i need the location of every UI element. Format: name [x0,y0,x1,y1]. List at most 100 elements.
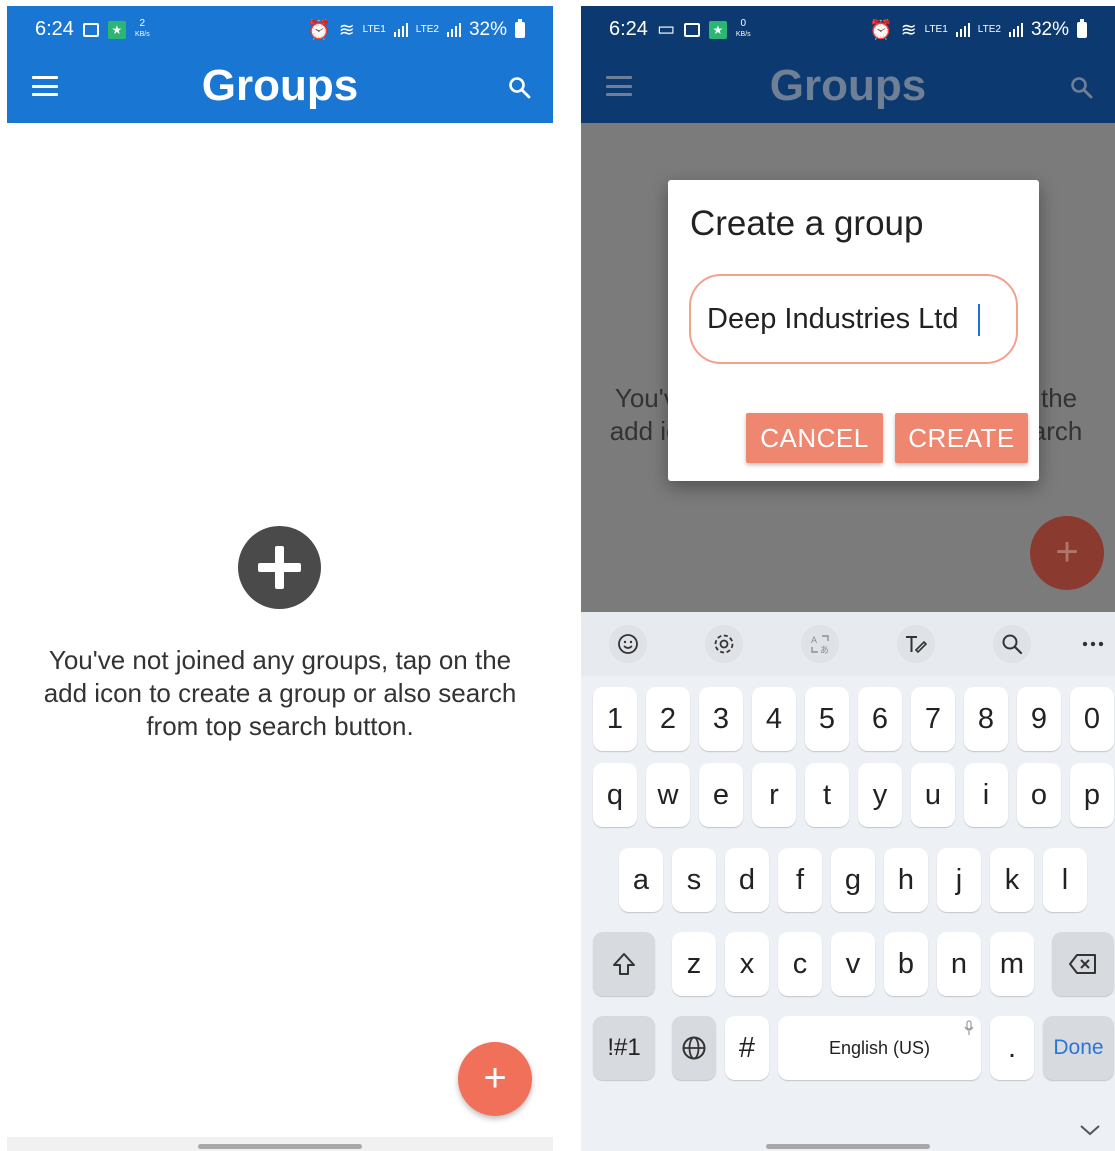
emoji-icon[interactable] [609,625,647,663]
key-d[interactable]: d [725,848,769,912]
alarm-icon: ⏰ [307,20,331,41]
key-1[interactable]: 1 [593,687,637,751]
key-w[interactable]: w [646,763,690,827]
signal-icon [955,23,970,37]
key-0[interactable]: 0 [1070,687,1114,751]
key-x[interactable]: x [725,932,769,996]
key-8[interactable]: 8 [964,687,1008,751]
key-a[interactable]: a [619,848,663,912]
page-title: Groups [769,61,927,110]
key-2[interactable]: 2 [646,687,690,751]
dialog-title: Create a group [690,204,924,243]
shift-key[interactable] [593,932,655,996]
chevron-down-icon[interactable] [1079,1123,1101,1137]
key-h[interactable]: h [884,848,928,912]
home-indicator[interactable] [581,1137,1115,1151]
signal-icon [446,23,461,37]
empty-state-message: You've not joined any groups, tap on the… [43,645,517,741]
done-key[interactable]: Done [1043,1016,1114,1080]
key-f[interactable]: f [778,848,822,912]
network-speed: 2 KB/s [134,18,150,39]
svg-text:A: A [811,635,817,645]
battery-icon [515,19,525,38]
battery-level: 32% [468,19,507,40]
handwriting-icon[interactable] [897,625,935,663]
key-z[interactable]: z [672,932,716,996]
key-c[interactable]: c [778,932,822,996]
create-button[interactable]: CREATE [895,413,1028,463]
space-key[interactable]: English (US) [778,1016,981,1080]
key-n[interactable]: n [937,932,981,996]
svg-text:あ: あ [820,645,829,655]
settings-icon[interactable] [705,625,743,663]
create-group-screen: 6:24 ▭ ★ 0 KB/s ⏰ ≋ LTE1 LTE2 32% Groups [581,6,1115,1151]
page-title: Groups [201,61,359,110]
microphone-icon [964,1020,974,1035]
key-7[interactable]: 7 [911,687,955,751]
key-o[interactable]: o [1017,763,1061,827]
cancel-button[interactable]: CANCEL [746,413,883,463]
backspace-key[interactable] [1052,932,1114,996]
search-icon [1071,77,1093,99]
fitness-app-icon: ★ [708,20,727,39]
gallery-icon [683,22,700,37]
key-s[interactable]: s [672,848,716,912]
key-l[interactable]: l [1043,848,1087,912]
key-q[interactable]: q [593,763,637,827]
language-key[interactable] [672,1016,716,1080]
app-bar: Groups [7,49,553,123]
key-r[interactable]: r [752,763,796,827]
network-speed: 0 KB/s [735,18,751,39]
app-bar: Groups [581,49,1115,123]
key-b[interactable]: b [884,932,928,996]
key-i[interactable]: i [964,763,1008,827]
keyboard-toolbar: Aあ [581,612,1115,676]
key-p[interactable]: p [1070,763,1114,827]
key-3[interactable]: 3 [699,687,743,751]
fitness-app-icon: ★ [107,20,126,39]
lte1-label: LTE1 [924,24,948,35]
status-bar: 6:24 ★ 2 KB/s ⏰ ≋ LTE1 LTE2 32% [7,6,553,49]
more-icon[interactable] [1074,625,1112,663]
hash-key[interactable]: # [725,1016,769,1080]
space-label: English (US) [828,1037,931,1058]
key-5[interactable]: 5 [805,687,849,751]
lte1-label: LTE1 [362,24,386,35]
search-icon[interactable] [993,625,1031,663]
wifi-icon: ≋ [338,19,355,41]
key-k[interactable]: k [990,848,1034,912]
key-y[interactable]: y [858,763,902,827]
signal-icon [1008,23,1023,37]
search-icon[interactable] [507,75,531,99]
key-9[interactable]: 9 [1017,687,1061,751]
translate-icon[interactable]: Aあ [801,625,839,663]
status-bar: 6:24 ▭ ★ 0 KB/s ⏰ ≋ LTE1 LTE2 32% [581,6,1115,49]
key-v[interactable]: v [831,932,875,996]
key-m[interactable]: m [990,932,1034,996]
key-u[interactable]: u [911,763,955,827]
keyboard-notification-icon: ▭ [656,19,675,40]
wifi-icon: ≋ [900,19,917,41]
period-key[interactable]: . [990,1016,1034,1080]
onscreen-keyboard: Aあ 1 2 3 4 5 6 7 8 9 0 q w e r t y u i o… [581,612,1115,1151]
create-group-fab[interactable]: + [458,1042,532,1116]
text-cursor [978,304,980,336]
globe-icon [682,1036,706,1060]
home-indicator[interactable] [7,1137,553,1151]
key-t[interactable]: t [805,763,849,827]
key-j[interactable]: j [937,848,981,912]
battery-icon [1077,19,1087,38]
symbols-key[interactable]: !#1 [593,1016,655,1080]
shift-icon [613,953,635,975]
gallery-icon [82,22,99,37]
key-6[interactable]: 6 [858,687,902,751]
battery-level: 32% [1030,19,1069,40]
signal-icon [393,23,408,37]
lte2-label: LTE2 [415,24,439,35]
key-4[interactable]: 4 [752,687,796,751]
add-group-icon[interactable] [238,526,321,609]
key-e[interactable]: e [699,763,743,827]
group-name-input[interactable] [689,274,1018,364]
key-g[interactable]: g [831,848,875,912]
status-time: 6:24 [609,18,648,40]
